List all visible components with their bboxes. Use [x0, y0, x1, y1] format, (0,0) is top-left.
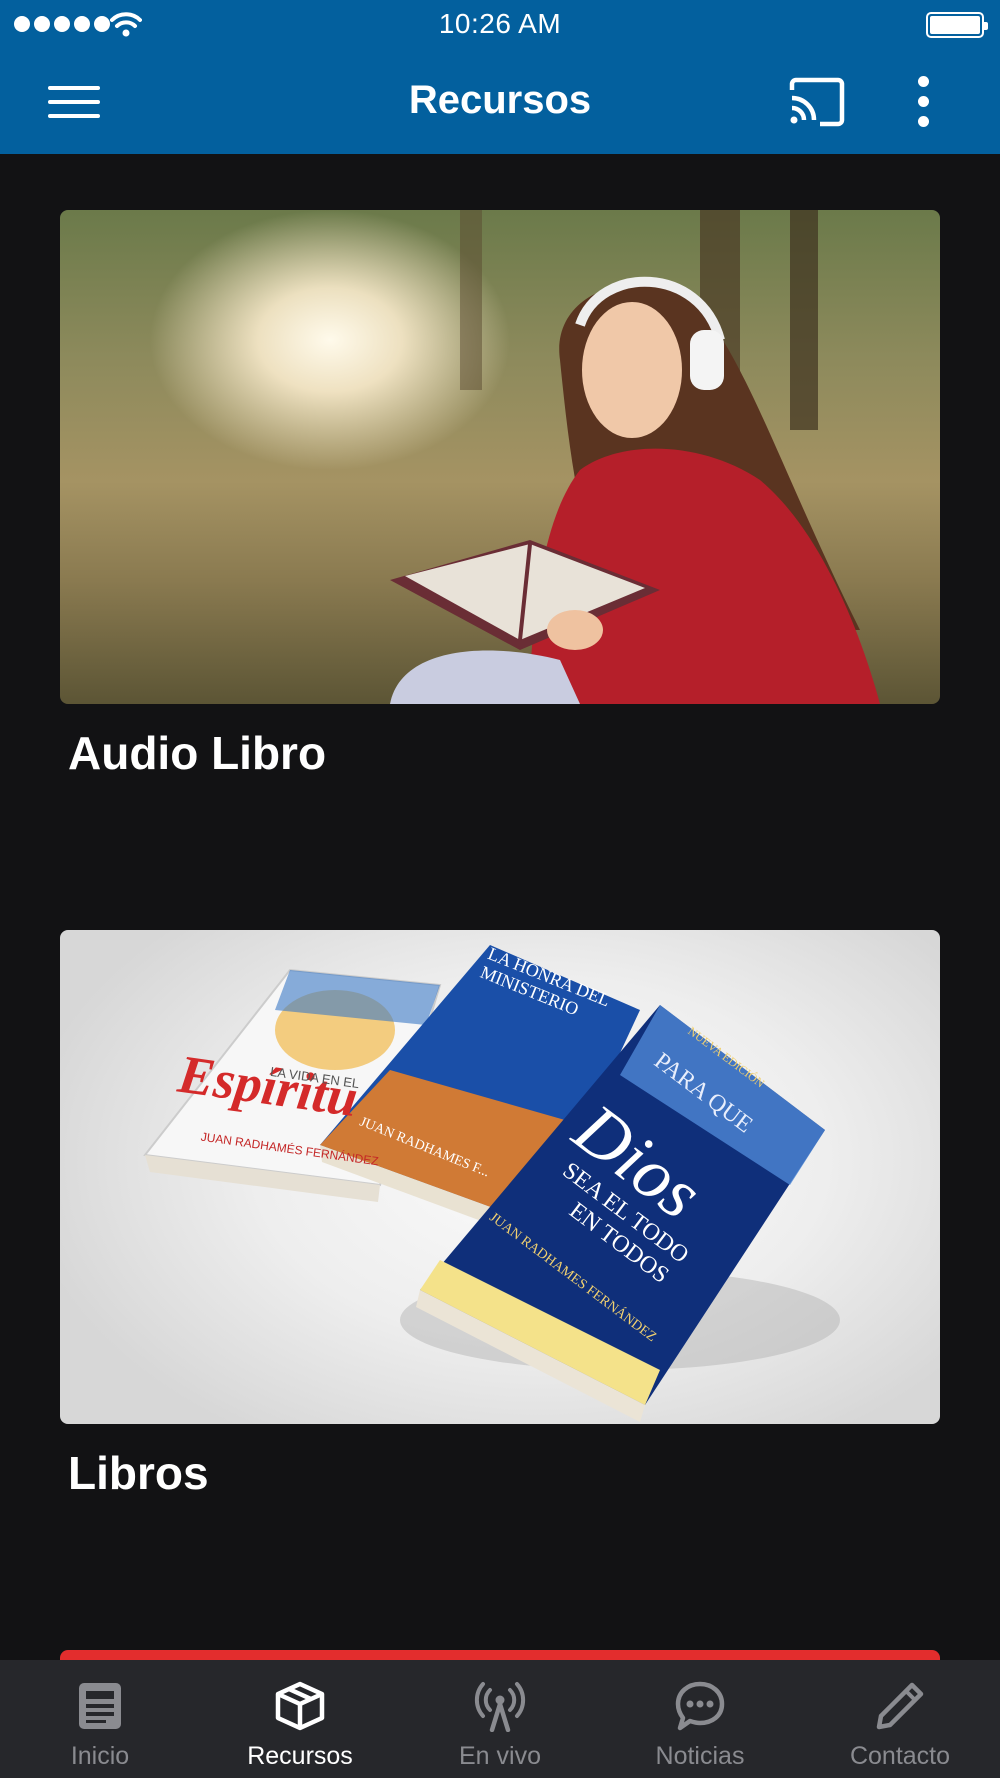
nav-label: Inicio — [70, 1742, 130, 1770]
card-libros[interactable]: Espíritu LA VIDA EN EL JUAN RADHAMÉS FER… — [60, 930, 940, 1499]
card-title: Libros — [68, 1447, 209, 1499]
more-vert-icon[interactable] — [906, 72, 942, 132]
cast-icon[interactable] — [786, 76, 846, 128]
nav-label: En vivo — [459, 1742, 541, 1770]
app-bar: Recursos — [0, 50, 1000, 154]
card-title: Audio Libro — [68, 727, 327, 779]
nav-item-en-vivo[interactable]: En vivo — [400, 1660, 600, 1778]
broadcast-icon — [474, 1682, 526, 1732]
battery-icon — [926, 12, 988, 38]
nav-label: Noticias — [655, 1742, 745, 1770]
bottom-nav: Inicio Recursos En vivo Noticias Contact… — [0, 1660, 1000, 1778]
status-bar: 10:26 AM — [0, 0, 1000, 50]
header: 10:26 AM Recursos — [0, 0, 1000, 154]
chat-bubble-icon — [675, 1681, 725, 1731]
nav-item-recursos[interactable]: Recursos — [200, 1660, 400, 1778]
card-audio-libro[interactable]: Audio Libro — [60, 210, 940, 779]
box-icon — [275, 1681, 325, 1731]
nav-label: Contacto — [849, 1742, 951, 1770]
nav-item-noticias[interactable]: Noticias — [600, 1660, 800, 1778]
libros-image: Espíritu LA VIDA EN EL JUAN RADHAMÉS FER… — [60, 930, 940, 1424]
pencil-icon — [876, 1682, 924, 1730]
page-title: Recursos — [408, 78, 592, 122]
nav-label: Recursos — [247, 1742, 353, 1770]
news-icon — [79, 1683, 121, 1729]
audio-libro-image — [60, 210, 940, 704]
status-time: 10:26 AM — [438, 8, 562, 39]
nav-item-inicio[interactable]: Inicio — [0, 1660, 200, 1778]
nav-item-contacto[interactable]: Contacto — [800, 1660, 1000, 1778]
